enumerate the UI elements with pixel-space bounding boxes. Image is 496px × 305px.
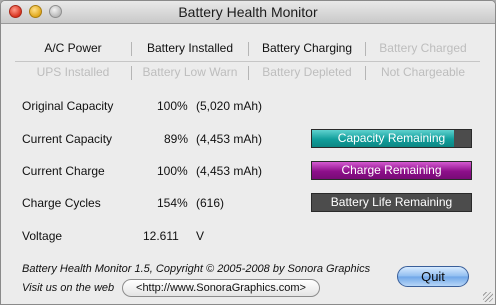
status-separator	[15, 61, 480, 62]
original-capacity-label: Original Capacity	[22, 99, 114, 113]
charge-cycles-label: Charge Cycles	[22, 196, 101, 210]
resize-grip-icon[interactable]	[483, 292, 493, 302]
status-battery-charged: Battery Charged	[379, 41, 467, 55]
charge-cycles-detail: (616)	[196, 196, 225, 210]
copyright-text: Battery Health Monitor 1.5, Copyright © …	[22, 263, 371, 275]
battery-life-remaining-label: Battery Life Remaining	[330, 195, 453, 209]
status-battery-installed: Battery Installed	[146, 41, 234, 55]
charge-remaining-bar: Charge Remaining	[311, 161, 472, 180]
original-capacity-percent: 100%	[157, 99, 188, 113]
website-link-button[interactable]: <http://www.SonoraGraphics.com>	[122, 279, 320, 297]
status-row-power: A/C Power Battery Installed Battery Char…	[15, 39, 480, 58]
status-row-battery: UPS Installed Battery Low Warn Battery D…	[15, 63, 480, 82]
current-capacity-detail: (4,453 mAh)	[196, 132, 263, 146]
status-ac-power: A/C Power	[44, 41, 102, 55]
charge-remaining-label: Charge Remaining	[341, 163, 442, 177]
quit-button[interactable]: Quit	[397, 266, 469, 287]
status-battery-depleted: Battery Depleted	[262, 65, 352, 79]
status-ups-installed: UPS Installed	[36, 65, 110, 79]
voltage-value: 12.611	[143, 229, 179, 243]
voltage-label: Voltage	[22, 229, 63, 243]
title-bar[interactable]: Battery Health Monitor	[1, 1, 495, 24]
current-capacity-percent: 89%	[164, 132, 189, 146]
app-window: Battery Health Monitor A/C Power Battery…	[0, 0, 496, 305]
status-battery-charging: Battery Charging	[261, 41, 353, 55]
visit-web-label: Visit us on the web	[22, 282, 115, 294]
charge-cycles-percent: 154%	[157, 196, 188, 210]
battery-life-remaining-bar: Battery Life Remaining	[311, 193, 472, 212]
current-charge-detail: (4,453 mAh)	[196, 164, 263, 178]
current-capacity-label: Current Capacity	[22, 132, 113, 146]
original-capacity-detail: (5,020 mAh)	[196, 99, 263, 113]
status-battery-low-warn: Battery Low Warn	[142, 65, 238, 79]
capacity-remaining-bar: Capacity Remaining	[311, 129, 472, 148]
window-title: Battery Health Monitor	[178, 4, 318, 20]
current-charge-label: Current Charge	[22, 164, 105, 178]
status-not-chargeable: Not Chargeable	[380, 65, 466, 79]
voltage-unit: V	[196, 229, 205, 243]
capacity-remaining-label: Capacity Remaining	[337, 131, 446, 145]
current-charge-percent: 100%	[157, 164, 188, 178]
